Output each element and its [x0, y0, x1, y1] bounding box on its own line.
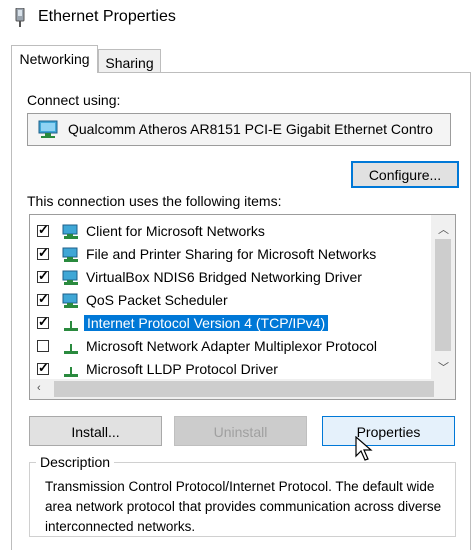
- item-checkbox[interactable]: [37, 245, 49, 261]
- protocol-icon: [64, 321, 78, 331]
- description-title: Description: [36, 454, 115, 470]
- scroll-up-icon[interactable]: ︿: [438, 221, 449, 237]
- item-checkbox[interactable]: [37, 291, 49, 307]
- network-service-icon: [62, 247, 78, 262]
- list-item[interactable]: Client for Microsoft Networks: [30, 221, 430, 244]
- item-label: File and Printer Sharing for Microsoft N…: [86, 246, 377, 262]
- list-item-selected[interactable]: Internet Protocol Version 4 (TCP/IPv4): [30, 313, 430, 336]
- horizontal-scrollbar[interactable]: ‹: [30, 379, 455, 399]
- uninstall-button[interactable]: Uninstall: [174, 416, 307, 446]
- item-checkbox[interactable]: [37, 340, 49, 352]
- network-service-icon: [62, 270, 78, 285]
- items-label: This connection uses the following items…: [27, 193, 282, 209]
- scroll-left-icon[interactable]: ‹: [37, 382, 41, 394]
- vertical-scrollbar[interactable]: ︿ ﹀: [431, 215, 455, 379]
- item-label: Internet Protocol Version 4 (TCP/IPv4): [84, 315, 329, 331]
- title-bar: Ethernet Properties: [0, 0, 475, 36]
- item-checkbox[interactable]: [37, 314, 49, 330]
- adapter-name: Qualcomm Atheros AR8151 PCI-E Gigabit Et…: [68, 121, 433, 137]
- item-label: Microsoft LLDP Protocol Driver: [86, 361, 278, 377]
- window-title: Ethernet Properties: [38, 8, 176, 25]
- horizontal-scroll-thumb[interactable]: [54, 381, 434, 397]
- network-client-icon: [62, 224, 78, 239]
- network-service-icon: [62, 293, 78, 308]
- item-checkbox[interactable]: [37, 268, 49, 284]
- configure-button[interactable]: Configure...: [351, 161, 459, 188]
- vertical-scroll-thumb[interactable]: [435, 239, 451, 351]
- protocol-icon: [64, 344, 78, 354]
- tab-networking[interactable]: Networking: [11, 45, 98, 73]
- connect-using-label: Connect using:: [27, 92, 121, 108]
- item-label: QoS Packet Scheduler: [86, 292, 228, 308]
- description-text: Transmission Control Protocol/Internet P…: [45, 479, 442, 534]
- item-label: Microsoft Network Adapter Multiplexor Pr…: [86, 338, 377, 354]
- network-adapter-icon: [15, 8, 25, 27]
- item-checkbox[interactable]: [37, 222, 49, 238]
- list-item[interactable]: File and Printer Sharing for Microsoft N…: [30, 244, 430, 267]
- network-adapter-icon: [38, 120, 58, 138]
- install-button[interactable]: Install...: [29, 416, 162, 446]
- list-item[interactable]: Microsoft Network Adapter Multiplexor Pr…: [30, 336, 430, 359]
- item-label: VirtualBox NDIS6 Bridged Networking Driv…: [86, 269, 362, 285]
- items-list[interactable]: Client for Microsoft Networks File and P…: [29, 214, 456, 400]
- item-checkbox[interactable]: [37, 360, 49, 376]
- list-item[interactable]: VirtualBox NDIS6 Bridged Networking Driv…: [30, 267, 430, 290]
- item-label: Client for Microsoft Networks: [86, 223, 265, 239]
- scroll-down-icon[interactable]: ﹀: [438, 359, 449, 375]
- protocol-icon: [64, 367, 78, 377]
- mouse-cursor-icon: [355, 436, 373, 461]
- list-item[interactable]: QoS Packet Scheduler: [30, 290, 430, 313]
- properties-button[interactable]: Properties: [322, 416, 455, 446]
